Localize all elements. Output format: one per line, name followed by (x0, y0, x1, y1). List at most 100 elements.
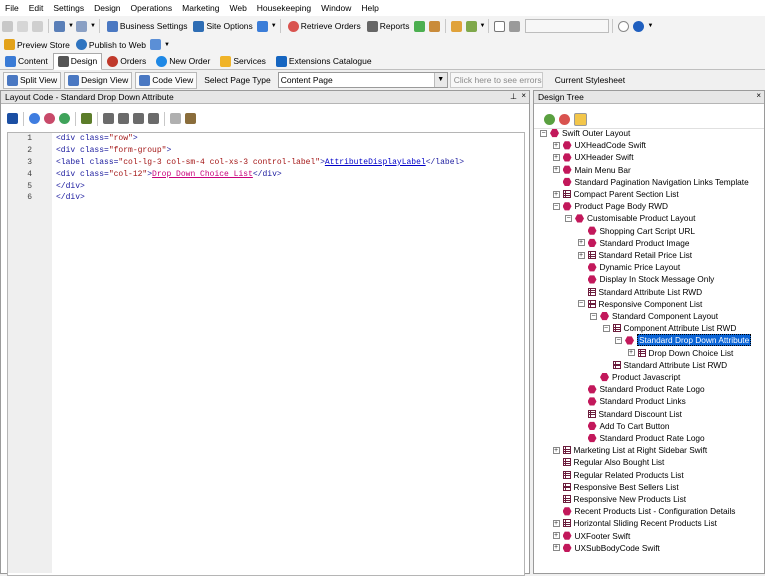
upload-icon[interactable] (149, 39, 161, 50)
current-stylesheet-button[interactable]: Current Stylesheet (551, 73, 629, 88)
menu-operations[interactable]: Operations (126, 0, 178, 16)
tree-node[interactable]: + Standard Retail Price List (577, 249, 692, 261)
tab-services[interactable]: Services (215, 53, 271, 70)
tree-node[interactable]: Responsive New Products List (553, 493, 686, 505)
collapse-icon[interactable]: − (602, 324, 610, 332)
code-lines[interactable]: 1 <div class="row"> 2 <div class="form-grou… (8, 133, 524, 204)
menu-help[interactable]: Help (356, 0, 383, 16)
expand-icon[interactable]: + (627, 349, 635, 357)
close-icon[interactable]: × (756, 91, 761, 100)
expand-icon[interactable]: + (552, 532, 560, 540)
expand-icon[interactable]: + (552, 166, 560, 174)
business-settings-button[interactable]: Business Settings (103, 18, 190, 34)
package-icon[interactable] (428, 20, 440, 32)
collapse-icon[interactable]: − (577, 300, 585, 308)
menu-design[interactable]: Design (89, 0, 125, 16)
tab-content[interactable]: Content (0, 53, 53, 70)
cut-icon[interactable] (2, 20, 13, 32)
copy-icon[interactable] (17, 20, 28, 32)
code-line[interactable]: 5 </div> (8, 181, 524, 193)
tree-node[interactable]: Product Javascript (590, 371, 680, 383)
publish-to-web-button[interactable]: Publish to Web (72, 37, 148, 53)
tree-node[interactable]: Responsive Best Sellers List (553, 481, 679, 493)
add-node-icon[interactable] (544, 113, 555, 125)
goto-icon[interactable] (81, 113, 92, 124)
menu-web[interactable]: Web (224, 0, 251, 16)
tab-design[interactable]: Design (52, 52, 103, 70)
tree-node[interactable]: Standard Product Links (578, 395, 686, 407)
code-line[interactable]: 4 <div class="col-12">Drop Down Choice Li… (8, 169, 524, 181)
errors-field[interactable]: Click here to see errors (449, 72, 543, 88)
close-icon[interactable]: × (521, 91, 526, 100)
database-icon[interactable] (450, 20, 462, 32)
tree-node[interactable]: + UXHeadCode Swift (552, 139, 646, 151)
tree-node[interactable]: Add To Cart Button (578, 420, 669, 432)
tree-node[interactable]: + UXSubBodyCode Swift (552, 542, 660, 554)
tab-extensions-catalogue[interactable]: Extensions Catalogue (271, 53, 377, 70)
menu-housekeeping[interactable]: Housekeeping (252, 0, 316, 16)
tree-node[interactable]: + Drop Down Choice List (627, 347, 733, 359)
tree-node[interactable]: − Product Page Body RWD (552, 200, 668, 212)
pin-icon[interactable]: ⊥ (510, 92, 517, 101)
collapse-icon[interactable]: − (590, 312, 597, 320)
collapse-icon[interactable]: − (552, 202, 560, 210)
tree-node[interactable]: Standard Attribute List RWD (578, 286, 702, 298)
split-view-button[interactable]: Split View (3, 71, 62, 89)
tree-node[interactable]: Regular Also Bought List (553, 456, 664, 468)
tree-node[interactable]: Recent Products List - Configuration Det… (553, 505, 735, 517)
tree-node[interactable]: Standard Attribute List RWD (603, 359, 727, 371)
reports-button[interactable]: Reports (363, 18, 412, 34)
remove-node-icon[interactable] (559, 113, 570, 125)
replace-icon[interactable] (59, 113, 70, 124)
help-icon[interactable] (633, 20, 645, 32)
tree-node[interactable]: Standard Pagination Navigation Links Tem… (553, 176, 749, 188)
undo-icon[interactable] (54, 20, 65, 32)
expand-icon[interactable]: + (552, 141, 560, 149)
tree-node[interactable]: − Component Attribute List RWD (602, 322, 736, 334)
bookmark-clear-icon[interactable] (148, 113, 159, 124)
tree-node[interactable]: Regular Related Products List (553, 469, 684, 481)
info-icon[interactable] (618, 20, 630, 32)
tools-icon[interactable] (185, 113, 196, 124)
retrieve-orders-button[interactable]: Retrieve Orders (284, 18, 363, 34)
import-icon[interactable] (413, 20, 425, 32)
tree-node[interactable]: Dynamic Price Layout (578, 261, 680, 273)
site-options-button[interactable]: Site Options (189, 18, 254, 34)
tab-new-order[interactable]: New Order (151, 53, 215, 70)
expand-icon[interactable]: + (552, 519, 560, 527)
print-icon[interactable] (170, 113, 181, 124)
menu-edit[interactable]: Edit (24, 0, 49, 16)
bookmark-icon[interactable] (103, 113, 114, 124)
expand-icon[interactable]: + (552, 153, 560, 161)
checkbox-icon[interactable] (494, 20, 506, 32)
tree-node[interactable]: − Customisable Product Layout (565, 212, 695, 224)
search-box[interactable] (525, 19, 610, 33)
tree-node[interactable]: Standard Discount List (578, 408, 682, 420)
redo-icon[interactable] (75, 20, 87, 32)
tab-orders[interactable]: Orders (102, 53, 151, 70)
code-line[interactable]: 1 <div class="row"> (8, 133, 524, 145)
expand-icon[interactable]: + (577, 239, 585, 247)
window-icon[interactable] (256, 20, 268, 32)
code-line[interactable]: 2 <div class="form-group"> (8, 145, 524, 157)
menu-file[interactable]: File (0, 0, 24, 16)
code-line[interactable]: 6 </div> (8, 192, 524, 204)
design-view-button[interactable]: Design View (64, 71, 133, 89)
chevron-down-icon[interactable]: ▼ (90, 23, 96, 29)
expand-icon[interactable]: + (552, 446, 560, 454)
tree-node[interactable]: Shopping Cart Script URL (578, 225, 695, 237)
code-line[interactable]: 3 <label class="col-lg-3 col-sm-4 col-xs-… (8, 157, 524, 169)
code-view-button[interactable]: Code View (135, 71, 198, 89)
chevron-down-icon[interactable]: ▼ (433, 73, 447, 87)
collapse-icon[interactable]: − (615, 336, 622, 344)
paste-icon[interactable] (32, 20, 43, 32)
tree-node[interactable]: + Standard Product Image (577, 237, 689, 249)
tree-node[interactable]: + UXHeader Swift (552, 151, 634, 163)
tree-node[interactable]: − Responsive Component List (577, 298, 702, 310)
tree-node[interactable]: + Horizontal Sliding Recent Products List (552, 517, 717, 529)
find-next-icon[interactable] (44, 113, 55, 124)
tree-node[interactable]: Standard Product Rate Logo (578, 383, 705, 395)
expand-icon[interactable]: + (552, 544, 560, 552)
tree-node[interactable]: − Standard Component Layout (590, 310, 718, 322)
tree-node[interactable]: Display In Stock Message Only (578, 273, 714, 285)
